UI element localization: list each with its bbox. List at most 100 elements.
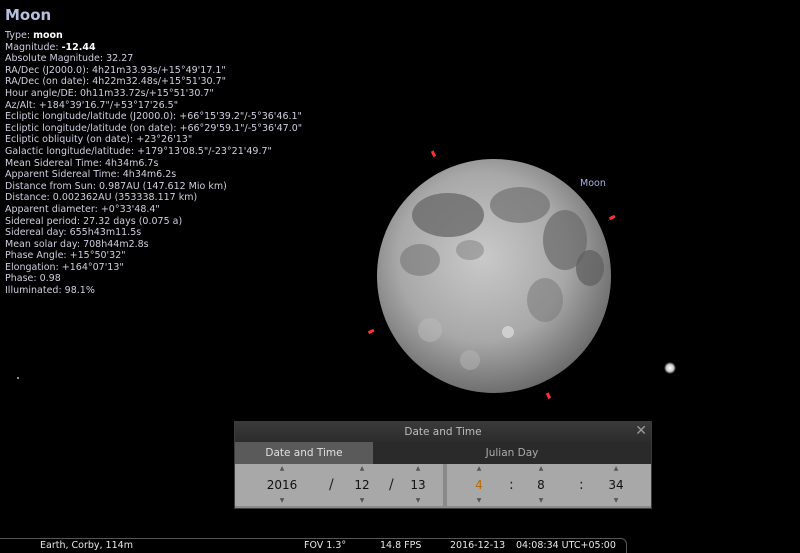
info-value: 4h34m6.7s: [104, 157, 159, 169]
info-row: Absolute Magnitude: 32.27: [5, 53, 302, 65]
tab-date-and-time[interactable]: Date and Time: [235, 442, 373, 464]
minute-up-arrow-icon[interactable]: ▲: [529, 466, 553, 472]
month-spinbox[interactable]: ▲ 12 ▼: [345, 464, 379, 506]
info-value: 98.1%: [64, 285, 95, 297]
info-value: +0°33'48.4": [100, 203, 160, 215]
info-label: Ecliptic longitude/latitude (on date):: [5, 122, 177, 134]
dialog-title-bar[interactable]: Date and Time: [235, 422, 651, 442]
day-up-arrow-icon[interactable]: ▲: [401, 466, 435, 472]
info-label: Illuminated:: [5, 285, 62, 297]
info-row: Ecliptic obliquity (on date): +23°26'13": [5, 134, 302, 146]
day-down-arrow-icon[interactable]: ▼: [401, 498, 435, 504]
day-spinbox[interactable]: ▲ 13 ▼: [401, 464, 435, 506]
info-value: 4h34m6.2s: [122, 169, 177, 181]
month-value: 12: [354, 478, 370, 492]
year-down-arrow-icon[interactable]: ▼: [255, 498, 309, 504]
info-value: 27.32 days (0.075 a): [83, 215, 183, 227]
status-fps: 14.8 FPS: [380, 540, 422, 551]
month-down-arrow-icon[interactable]: ▼: [345, 498, 379, 504]
info-row: RA/Dec (J2000.0): 4h21m33.93s/+15°49'17.…: [5, 65, 302, 77]
year-spinbox[interactable]: ▲ 2016 ▼: [255, 464, 309, 506]
info-row: Elongation: +164°07'13": [5, 262, 302, 274]
info-value: 32.27: [106, 53, 134, 65]
moon-sky-label[interactable]: Moon: [580, 178, 606, 189]
info-value: 4h21m33.93s/+15°49'17.1": [92, 64, 226, 76]
second-down-arrow-icon[interactable]: ▼: [603, 498, 629, 504]
date-group: ▲ 2016 ▼ / ▲ 12 ▼ / ▲ 13 ▼: [235, 464, 443, 506]
second-spinbox[interactable]: ▲ 34 ▼: [603, 464, 629, 506]
day-value: 13: [410, 478, 426, 492]
minute-spinbox[interactable]: ▲ 8 ▼: [529, 464, 553, 506]
hour-up-arrow-icon[interactable]: ▲: [467, 466, 491, 472]
info-label: RA/Dec (on date):: [5, 76, 90, 88]
info-value: 708h44m2.8s: [83, 238, 149, 250]
info-label: Phase:: [5, 273, 37, 285]
info-label: Ecliptic obliquity (on date):: [5, 134, 134, 146]
info-value: 0.987AU (147.612 Mio km): [99, 180, 227, 192]
info-row: Ecliptic longitude/latitude (J2000.0): +…: [5, 111, 302, 123]
info-row: Galactic longitude/latitude: +179°13'08.…: [5, 146, 302, 158]
info-label: Type:: [5, 30, 31, 41]
info-row: Az/Alt: +184°39'16.7"/+53°17'26.5": [5, 100, 302, 112]
info-label: Distance:: [5, 192, 50, 204]
hour-value: 4: [475, 478, 483, 492]
tab-julian-day[interactable]: Julian Day: [373, 442, 651, 464]
info-row: Phase Angle: +15°50'32": [5, 250, 302, 262]
info-value: 655h43m11.5s: [69, 227, 142, 239]
moon-disk[interactable]: [377, 159, 611, 393]
bright-star[interactable]: [664, 362, 676, 374]
info-row: RA/Dec (on date): 4h22m32.48s/+15°51'30.…: [5, 76, 302, 88]
hour-spinbox[interactable]: ▲ 4 ▼: [467, 464, 491, 506]
time-group: ▲ 4 ▼ : ▲ 8 ▼ : ▲ 34 ▼: [447, 464, 651, 506]
info-label: Elongation:: [5, 261, 59, 273]
info-value: +179°13'08.5"/-23°21'49.7": [137, 145, 272, 157]
date-time-dialog: Date and Time ✕ Date and Time Julian Day…: [234, 421, 652, 509]
info-row: Sidereal day: 655h43m11.5s: [5, 227, 302, 239]
info-label: RA/Dec (J2000.0):: [5, 64, 89, 76]
hour-down-arrow-icon[interactable]: ▼: [467, 498, 491, 504]
info-label: Apparent diameter:: [5, 203, 98, 215]
info-label: Distance from Sun:: [5, 180, 96, 192]
minute-value: 8: [537, 478, 545, 492]
info-value: -12.44: [61, 41, 96, 53]
info-row: Ecliptic longitude/latitude (on date): +…: [5, 123, 302, 135]
info-row: Apparent Sidereal Time: 4h34m6.2s: [5, 169, 302, 181]
info-value: +184°39'16.7"/+53°17'26.5": [38, 99, 179, 111]
info-label: Az/Alt:: [5, 99, 36, 111]
time-separator: :: [509, 477, 514, 493]
info-label: Phase Angle:: [5, 250, 67, 262]
status-date: 2016-12-13: [450, 540, 506, 551]
info-label: Absolute Magnitude:: [5, 53, 104, 65]
faint-star[interactable]: [17, 377, 19, 379]
info-label: Mean solar day:: [5, 238, 81, 250]
second-up-arrow-icon[interactable]: ▲: [603, 466, 629, 472]
info-label: Mean Sidereal Time:: [5, 157, 102, 169]
object-info-list: Type: moon Magnitude: -12.44 Absolute Magn…: [5, 30, 302, 297]
dialog-tabs: Date and Time Julian Day: [235, 442, 651, 464]
info-row: Distance from Sun: 0.987AU (147.612 Mio …: [5, 181, 302, 193]
info-row: Apparent diameter: +0°33'48.4": [5, 204, 302, 216]
info-value: +66°29'59.1"/-5°36'47.0": [179, 122, 303, 134]
info-value: 4h22m32.48s/+15°51'30.7": [92, 76, 227, 88]
info-row: Mean Sidereal Time: 4h34m6.7s: [5, 158, 302, 170]
date-separator: /: [389, 477, 394, 493]
year-up-arrow-icon[interactable]: ▲: [255, 466, 309, 472]
year-value: 2016: [266, 478, 298, 492]
close-icon[interactable]: ✕: [635, 423, 647, 439]
info-row: Sidereal period: 27.32 days (0.075 a): [5, 216, 302, 228]
dialog-title: Date and Time: [404, 426, 482, 438]
info-row: Mean solar day: 708h44m2.8s: [5, 239, 302, 251]
info-label: Hour angle/DE:: [5, 87, 77, 99]
info-value: +23°26'13": [136, 134, 193, 146]
status-location[interactable]: Earth, Corby, 114m: [40, 540, 133, 551]
info-row: Type: moon: [5, 30, 302, 42]
status-bar: Earth, Corby, 114m FOV 1.3° 14.8 FPS 201…: [0, 538, 627, 553]
info-label: Sidereal period:: [5, 215, 81, 227]
info-value: +164°07'13": [61, 261, 124, 273]
info-value: +66°15'39.2"/-5°36'46.1": [179, 111, 302, 123]
minute-down-arrow-icon[interactable]: ▼: [529, 498, 553, 504]
info-row: Illuminated: 98.1%: [5, 285, 302, 297]
info-row: Hour angle/DE: 0h11m33.72s/+15°51'30.7": [5, 88, 302, 100]
second-value: 34: [608, 478, 624, 492]
month-up-arrow-icon[interactable]: ▲: [345, 466, 379, 472]
